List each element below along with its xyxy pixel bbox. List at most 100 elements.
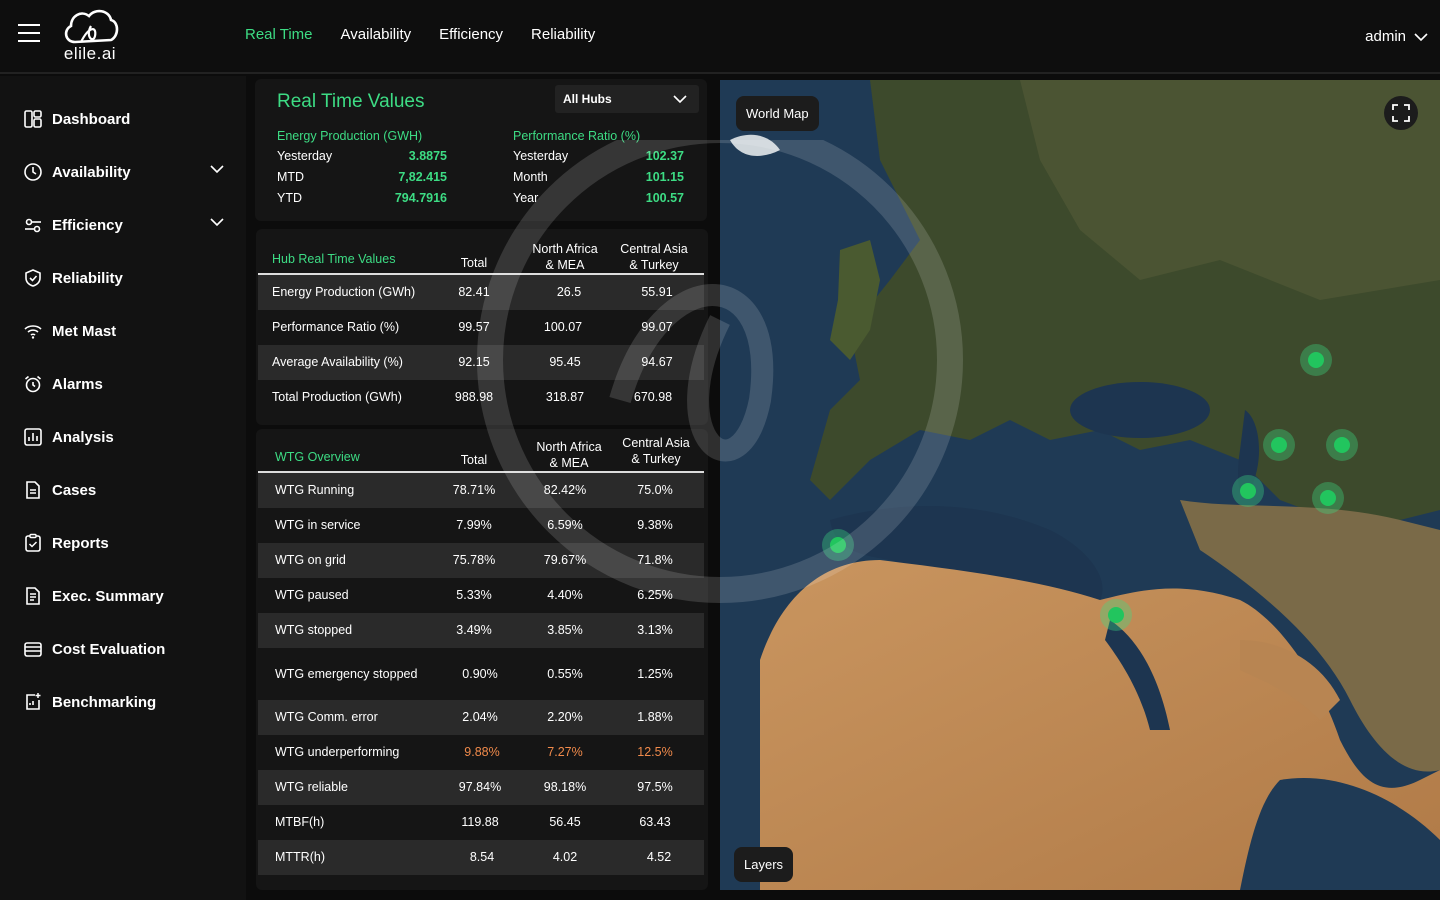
chevron-down-icon[interactable] [210, 217, 224, 227]
sidebar-item-cases[interactable]: Cases [22, 475, 232, 505]
cell-north-africa: 0.55% [547, 667, 583, 681]
table-row: Energy Production (GWh) 82.41 26.5 55.91 [258, 275, 704, 310]
cost-icon [22, 638, 44, 660]
world-map[interactable]: World Map Layers [720, 80, 1440, 890]
user-name: admin [1365, 28, 1406, 45]
map-marker[interactable] [1300, 344, 1332, 376]
metric-label: Month [513, 170, 548, 184]
map-marker[interactable] [822, 529, 854, 561]
chevron-down-icon[interactable] [210, 164, 224, 174]
document-icon [22, 479, 44, 501]
metric-label: MTD [277, 170, 305, 184]
sidebar-item-label: Met Mast [52, 322, 117, 340]
map-marker[interactable] [1312, 482, 1344, 514]
clock-icon [22, 161, 44, 183]
sidebar-item-met-mast[interactable]: Met Mast [22, 316, 232, 346]
table-row: Total Production (GWh) 988.98 318.87 670… [258, 380, 704, 415]
sidebar-item-exec-summary[interactable]: Exec. Summary [22, 581, 232, 611]
row-label: MTBF(h) [275, 815, 325, 829]
brand-logo[interactable]: elile.ai [58, 6, 122, 66]
map-marker[interactable] [1100, 599, 1132, 631]
cell-central-asia: 1.25% [637, 667, 673, 681]
cell-total: 78.71% [452, 483, 496, 497]
table-row: WTG Running 78.71% 82.42% 75.0% [258, 473, 704, 508]
cell-total: 119.88 [461, 815, 499, 829]
table-row: MTTR(h) 8.54 4.02 4.52 [258, 840, 704, 875]
row-label: WTG Running [275, 483, 355, 497]
column-header-total: Total [460, 256, 488, 270]
cell-central-asia: 71.8% [637, 553, 673, 567]
tab-reliability[interactable]: Reliability [531, 26, 595, 43]
hub-select[interactable]: All Hubs [555, 85, 699, 113]
cell-north-africa: 4.40% [547, 588, 583, 602]
tab-real-time[interactable]: Real Time [245, 26, 313, 43]
sidebar-item-label: Cost Evaluation [52, 640, 166, 658]
cell-central-asia: 97.5% [637, 780, 673, 794]
cell-total: 2.04% [462, 710, 498, 724]
sidebar-item-alarms[interactable]: Alarms [22, 369, 232, 399]
user-menu[interactable]: admin [1365, 28, 1428, 45]
cell-total: 8.54 [469, 850, 495, 864]
real-time-values-card: Real Time Values All Hubs Energy Product… [255, 79, 707, 221]
cell-total: 92.15 [458, 355, 490, 369]
sidebar-item-label: Benchmarking [52, 693, 157, 711]
column-header-total: Total [460, 453, 488, 467]
fullscreen-icon[interactable] [1384, 96, 1418, 130]
dashboard-icon [22, 108, 44, 130]
top-bar: elile.ai Real Time Availability Efficien… [0, 0, 1440, 74]
cell-north-africa: 100.07 [543, 320, 583, 334]
sidebar-item-reliability[interactable]: Reliability [22, 263, 232, 293]
cell-north-africa: 318.87 [545, 390, 585, 404]
table-title: WTG Overview [275, 450, 360, 464]
table-row: WTG emergency stopped 0.90% 0.55% 1.25% [258, 648, 704, 700]
row-label: WTG in service [275, 518, 361, 532]
metric-value: 3.8875 [408, 149, 447, 163]
column-header-north-africa: North Africa & MEA [532, 242, 598, 272]
table-row: WTG in service 7.99% 6.59% 9.38% [258, 508, 704, 543]
map-marker[interactable] [1326, 429, 1358, 461]
wtg-overview-table-card: WTG Overview Total North Africa & MEA Ce… [256, 429, 708, 890]
layers-chip[interactable]: Layers [734, 847, 794, 882]
cloud-logo-icon [64, 9, 119, 44]
cell-central-asia: 3.13% [637, 623, 673, 637]
sidebar-item-availability[interactable]: Availability [22, 157, 232, 187]
sidebar-item-dashboard[interactable]: Dashboard [22, 104, 232, 134]
cell-north-africa: 7.27% [547, 745, 583, 759]
metric-value: 7,82.415 [398, 170, 447, 184]
row-label: WTG emergency stopped [275, 667, 418, 681]
metric-label: Year [513, 191, 539, 205]
metric-label: Yesterday [277, 149, 333, 163]
tab-availability[interactable]: Availability [341, 26, 412, 43]
world-map-chip[interactable]: World Map [736, 96, 819, 131]
row-label: Total Production (GWh) [272, 390, 402, 404]
shield-icon [22, 267, 44, 289]
clipboard-icon [22, 532, 44, 554]
sidebar-item-label: Alarms [52, 375, 103, 393]
cell-central-asia: 9.38% [637, 518, 673, 532]
cell-north-africa: 3.85% [547, 623, 583, 637]
cell-total: 3.49% [456, 623, 492, 637]
sidebar-item-reports[interactable]: Reports [22, 528, 232, 558]
tab-efficiency[interactable]: Efficiency [439, 26, 503, 43]
menu-icon[interactable] [18, 24, 40, 42]
map-marker[interactable] [1263, 429, 1295, 461]
cell-north-africa: 56.45 [549, 815, 581, 829]
sidebar-item-efficiency[interactable]: Efficiency [22, 210, 232, 240]
sidebar-item-label: Exec. Summary [52, 587, 164, 605]
sidebar-item-cost-evaluation[interactable]: Cost Evaluation [22, 634, 232, 664]
metric-value: 102.37 [645, 149, 684, 163]
cell-total: 99.57 [458, 320, 490, 334]
sidebar-item-label: Reports [52, 534, 109, 552]
metric-row: MTD 7,82.415 [277, 170, 447, 191]
map-marker[interactable] [1232, 475, 1264, 507]
table-row: WTG on grid 75.78% 79.67% 71.8% [258, 543, 704, 578]
summary-icon [22, 585, 44, 607]
cell-north-africa: 2.20% [547, 710, 583, 724]
cell-north-africa: 4.02 [552, 850, 578, 864]
cell-central-asia: 1.88% [637, 710, 673, 724]
cell-total: 75.78% [452, 553, 496, 567]
sidebar-item-benchmarking[interactable]: Benchmarking [22, 687, 232, 717]
row-label: Energy Production (GWh) [272, 285, 416, 299]
sidebar-item-analysis[interactable]: Analysis [22, 422, 232, 452]
row-label: WTG on grid [275, 553, 346, 567]
